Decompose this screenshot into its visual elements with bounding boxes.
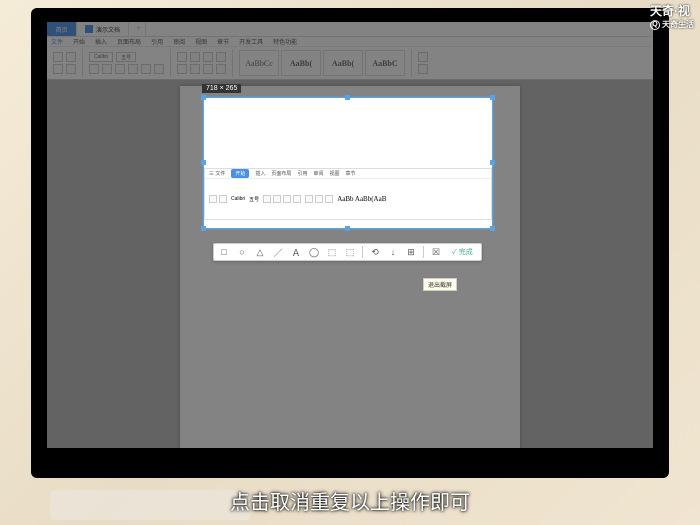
- new-tab-button[interactable]: +: [129, 22, 146, 36]
- ribbon: Calibri 五号: [47, 47, 653, 80]
- cap-menu-file: 三 文件: [209, 170, 225, 177]
- toolbar-separator: [362, 246, 363, 258]
- resize-handle-bm[interactable]: [345, 226, 350, 231]
- resize-handle-mr[interactable]: [490, 160, 495, 165]
- tool-save-icon[interactable]: ↓: [387, 246, 399, 258]
- search-icon: Q: [650, 20, 660, 30]
- paste-icon[interactable]: [53, 52, 63, 62]
- indent-inc-icon[interactable]: [216, 64, 226, 74]
- menu-section[interactable]: 章节: [217, 37, 229, 46]
- italic-icon[interactable]: [102, 64, 112, 74]
- cap-menu-start: 开始: [231, 169, 249, 178]
- bold-icon[interactable]: [89, 64, 99, 74]
- menu-start[interactable]: 开始: [73, 37, 85, 46]
- menu-dev[interactable]: 开发工具: [239, 37, 263, 46]
- tool-ellipse-icon[interactable]: ○: [236, 246, 248, 258]
- cap-size: 五号: [249, 196, 259, 203]
- screenshot-popup: 718 × 265 三 文件 开始 插入 页面布局 引用 审阅: [203, 97, 493, 281]
- resize-handle-bl[interactable]: [201, 226, 206, 231]
- watermark-brand: 天奇·视: [650, 2, 694, 19]
- watermark-sub: Q 天奇生活: [650, 19, 694, 30]
- tool-mosaic-icon[interactable]: ⬚: [326, 246, 338, 258]
- menu-review[interactable]: 审阅: [173, 37, 185, 46]
- style-h1[interactable]: AaBb(: [281, 50, 321, 76]
- align-center-icon[interactable]: [190, 52, 200, 62]
- tool-cancel-icon[interactable]: ☒: [430, 246, 442, 258]
- document-tab[interactable]: 演示文档: [77, 22, 129, 36]
- cap-font: Calibri: [231, 196, 245, 202]
- separator: [82, 49, 83, 77]
- cap-menu-section: 章节: [345, 170, 355, 177]
- highlight-icon[interactable]: [154, 64, 164, 74]
- tool-undo-icon[interactable]: ⟲: [369, 246, 381, 258]
- resize-handle-tm[interactable]: [345, 95, 350, 100]
- quick-access: 文件: [51, 37, 63, 46]
- style-normal[interactable]: AaBbCc: [239, 50, 279, 76]
- cap-menu-insert: 插入: [255, 170, 265, 177]
- cap-menu-view: 视图: [329, 170, 339, 177]
- menu-bar: 文件 开始 插入 页面布局 引用 审阅 视图 章节 开发工具 特色功能: [47, 37, 653, 47]
- tool-brush-icon[interactable]: ／: [272, 246, 284, 258]
- separator: [232, 49, 233, 77]
- font-name-select[interactable]: Calibri: [89, 52, 113, 62]
- format-painter-icon[interactable]: [66, 64, 76, 74]
- find-icon[interactable]: [418, 52, 428, 62]
- screenshot-toolbar: □ ○ △ ／ Ａ ◯ ⬚ ⬚ ⟲ ↓ ⊞ ☒ ✓ 完成: [213, 243, 482, 261]
- underline-icon[interactable]: [115, 64, 125, 74]
- indent-dec-icon[interactable]: [203, 64, 213, 74]
- file-menu[interactable]: 文件: [51, 37, 63, 46]
- align-justify-icon[interactable]: [216, 52, 226, 62]
- menu-ref[interactable]: 引用: [151, 37, 163, 46]
- capture-size-badge: 718 × 265: [202, 84, 241, 93]
- tool-arrow-icon[interactable]: △: [254, 246, 266, 258]
- cap-menu-layout: 页面布局: [271, 170, 291, 177]
- doc-icon: [85, 25, 93, 33]
- resize-handle-ml[interactable]: [201, 160, 206, 165]
- tool-done-button[interactable]: ✓ 完成: [448, 247, 477, 257]
- menu-view[interactable]: 视图: [195, 37, 207, 46]
- cap-menu-ref: 引用: [297, 170, 307, 177]
- cancel-tooltip: 退出截屏: [423, 278, 457, 291]
- menu-feature[interactable]: 特色功能: [273, 37, 297, 46]
- captured-ribbon-preview: 三 文件 开始 插入 页面布局 引用 审阅 视图 章节 Calibri 五号: [204, 168, 492, 220]
- title-bar: 首页 演示文档 +: [47, 22, 653, 37]
- align-left-icon[interactable]: [177, 52, 187, 62]
- tool-text-icon[interactable]: Ａ: [290, 246, 302, 258]
- cap-style-preview: AaBb AaBb(AaB: [337, 195, 386, 203]
- cut-icon[interactable]: [66, 52, 76, 62]
- strike-icon[interactable]: [128, 64, 138, 74]
- cap-menu-review: 审阅: [313, 170, 323, 177]
- menu-insert[interactable]: 插入: [95, 37, 107, 46]
- tool-blur-icon[interactable]: ⬚: [344, 246, 356, 258]
- separator: [170, 49, 171, 77]
- tool-number-icon[interactable]: ◯: [308, 246, 320, 258]
- video-watermark: 天奇·视 Q 天奇生活: [650, 2, 694, 30]
- font-size-select[interactable]: 五号: [116, 52, 136, 62]
- screen: 首页 演示文档 + 文件 开始 插入 页面布局 引用 审阅 视图 章节 开发工具: [47, 22, 653, 448]
- list-number-icon[interactable]: [190, 64, 200, 74]
- resize-handle-tl[interactable]: [201, 95, 206, 100]
- tool-pin-icon[interactable]: ⊞: [405, 246, 417, 258]
- separator: [411, 49, 412, 77]
- home-tab[interactable]: 首页: [47, 22, 77, 36]
- doc-tab-label: 演示文档: [96, 25, 120, 34]
- color-icon[interactable]: [141, 64, 151, 74]
- tool-rect-icon[interactable]: □: [218, 246, 230, 258]
- toolbar-separator: [423, 246, 424, 258]
- resize-handle-br[interactable]: [490, 226, 495, 231]
- style-h2[interactable]: AaBb(: [323, 50, 363, 76]
- style-h3[interactable]: AaBbC: [365, 50, 405, 76]
- monitor-frame: 首页 演示文档 + 文件 开始 插入 页面布局 引用 审阅 视图 章节 开发工具: [31, 8, 669, 478]
- select-icon[interactable]: [418, 64, 428, 74]
- resize-handle-tr[interactable]: [490, 95, 495, 100]
- video-subtitle: 点击取消重复以上操作即可: [0, 486, 700, 515]
- menu-layout[interactable]: 页面布局: [117, 37, 141, 46]
- align-right-icon[interactable]: [203, 52, 213, 62]
- copy-icon[interactable]: [53, 64, 63, 74]
- style-gallery[interactable]: AaBbCc AaBb( AaBb( AaBbC: [239, 50, 405, 76]
- capture-region[interactable]: 718 × 265 三 文件 开始 插入 页面布局 引用 审阅: [203, 97, 493, 229]
- list-bullet-icon[interactable]: [177, 64, 187, 74]
